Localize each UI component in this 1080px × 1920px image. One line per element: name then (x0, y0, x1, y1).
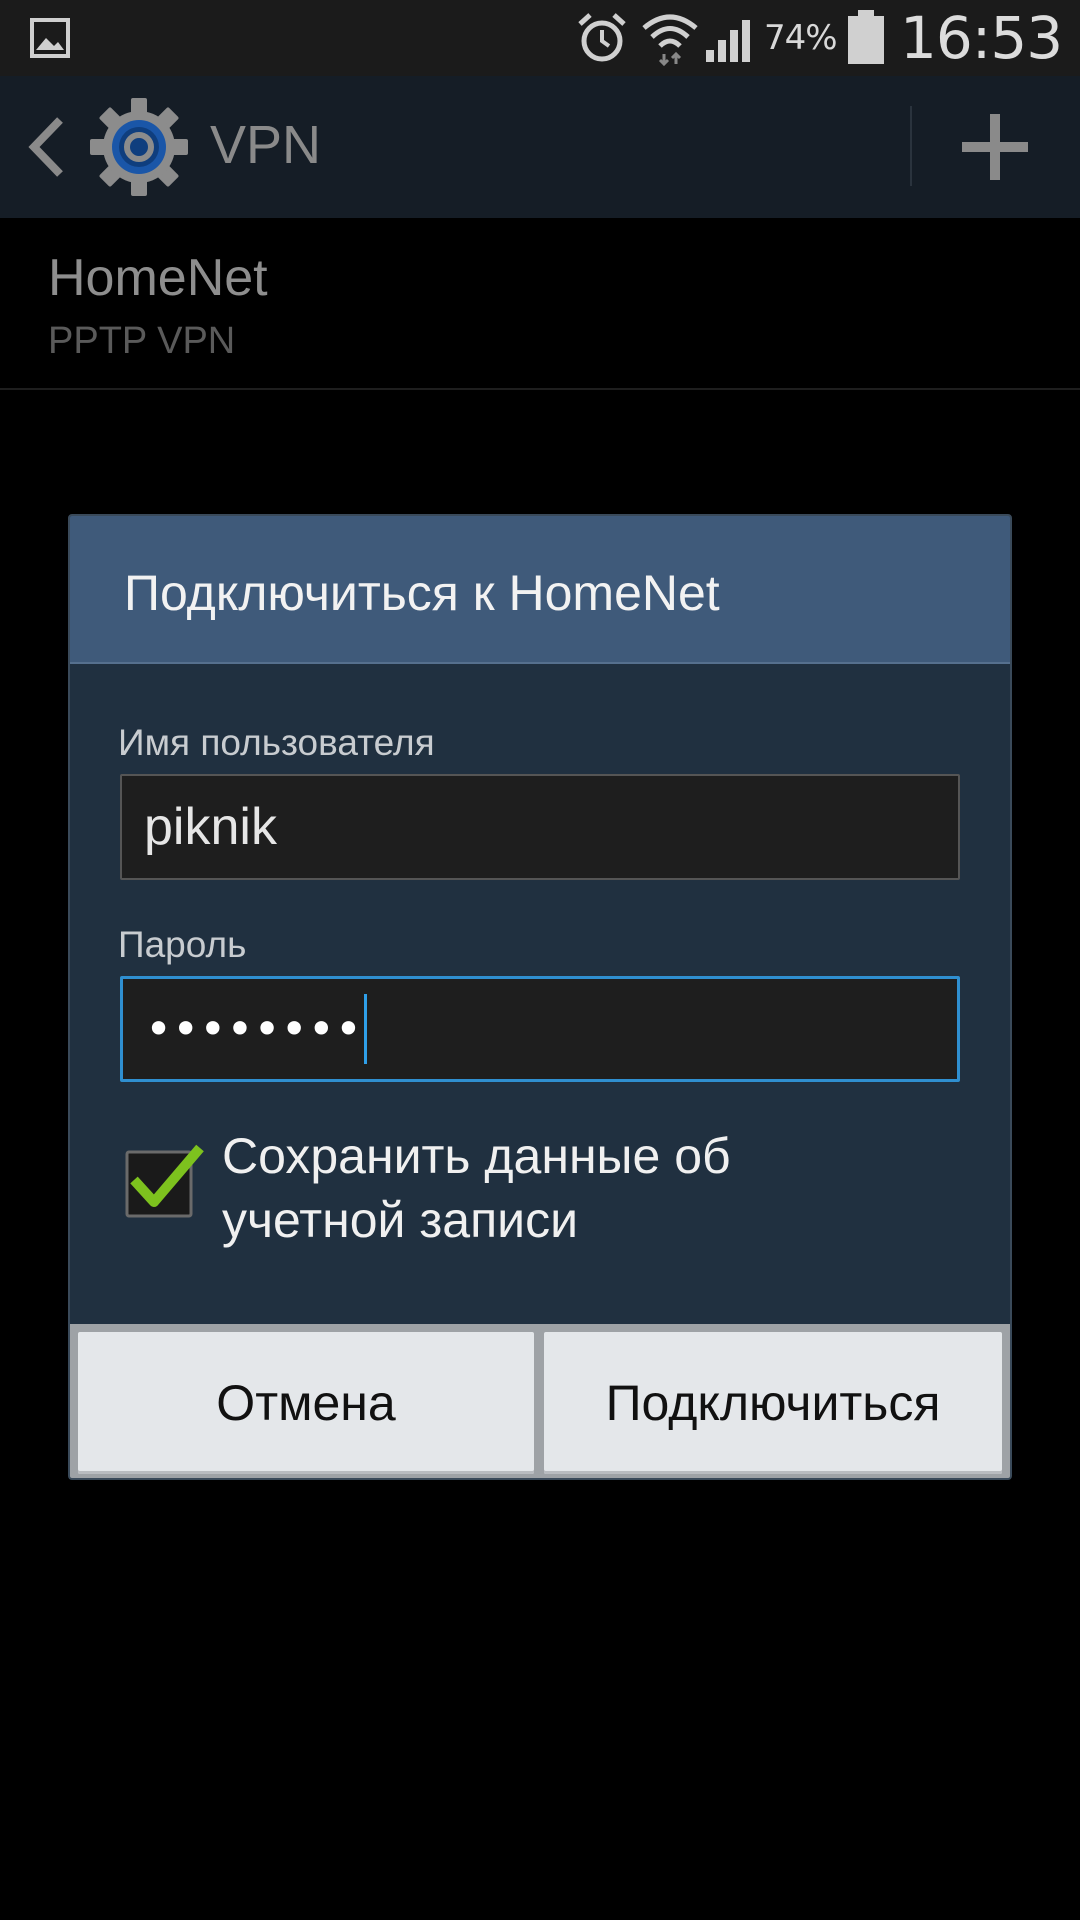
save-credentials-label[interactable]: Сохранить данные об учетной записи (222, 1124, 922, 1252)
page-title: VPN (210, 115, 322, 175)
save-credentials-checkbox[interactable] (124, 1142, 204, 1222)
alarm-icon (574, 10, 630, 70)
settings-gear-icon[interactable] (88, 96, 190, 202)
gallery-icon (30, 18, 70, 62)
vpn-type: PPTP VPN (48, 320, 236, 362)
back-icon[interactable] (26, 114, 66, 184)
action-bar: VPN (0, 76, 1080, 218)
password-label: Пароль (118, 924, 247, 965)
add-icon[interactable] (960, 112, 1030, 186)
username-label: Имя пользователя (118, 722, 435, 763)
dialog-title: Подключиться к HomeNet (124, 565, 720, 621)
dialog-header: Подключиться к HomeNet (70, 516, 1010, 664)
connect-dialog: Подключиться к HomeNet Имя пользователя … (68, 514, 1012, 1480)
username-field[interactable]: piknik (120, 774, 960, 880)
battery-percent: 74% (764, 18, 838, 58)
username-value: piknik (144, 798, 277, 856)
password-field[interactable]: •••••••• (120, 976, 960, 1082)
text-caret (364, 994, 368, 1064)
clock: 16:53 (900, 4, 1063, 72)
signal-icon (704, 12, 760, 68)
wifi-icon (640, 10, 700, 70)
vpn-name: HomeNet (48, 249, 268, 307)
battery-icon (846, 10, 886, 70)
dialog-button-bar: Отмена Подключиться (70, 1324, 1010, 1478)
action-bar-divider (910, 106, 912, 186)
password-mask: •••••••• (145, 1002, 363, 1056)
connect-button[interactable]: Подключиться (544, 1332, 1002, 1474)
cancel-button[interactable]: Отмена (78, 1332, 534, 1474)
vpn-list-item-homenet[interactable]: HomeNet PPTP VPN (0, 218, 1080, 390)
status-bar: 74% 16:53 (0, 0, 1080, 76)
